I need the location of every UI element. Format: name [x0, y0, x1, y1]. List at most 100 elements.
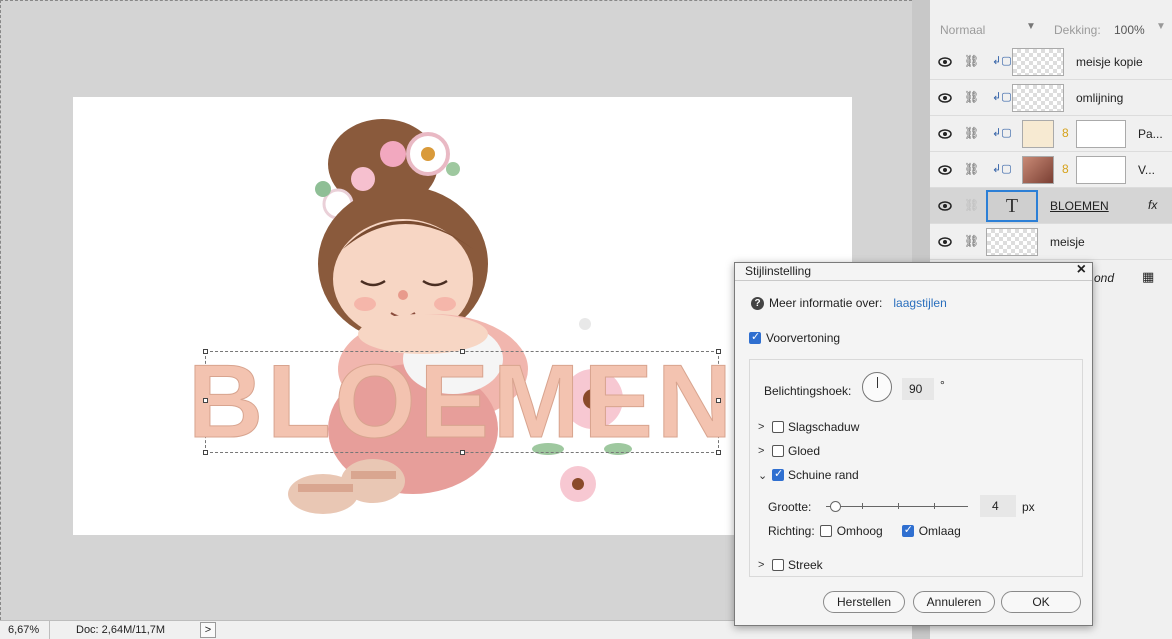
layer-name[interactable]: omlijning: [1076, 91, 1123, 105]
layer-name[interactable]: ond: [1094, 271, 1114, 285]
clip-icon: ↲▢: [992, 55, 1012, 67]
dir-down-label[interactable]: Omlaag: [919, 524, 961, 538]
girl-illustration: [288, 119, 632, 514]
mask-thumbnail: [1076, 120, 1126, 148]
doc-size: Doc: 2,64M/11,7M: [76, 624, 166, 636]
transform-handle[interactable]: [716, 398, 721, 403]
layer-name[interactable]: BLOEMEN: [1050, 199, 1109, 213]
checkbox-icon[interactable]: [772, 445, 784, 457]
text-layer-bounds[interactable]: BLOEMEN: [188, 349, 733, 455]
adjustment-thumbnail: [1022, 120, 1054, 148]
layer-name[interactable]: meisje kopie: [1076, 55, 1143, 69]
transform-handle[interactable]: [203, 349, 208, 354]
checkbox-icon[interactable]: [772, 421, 784, 433]
layer-row[interactable]: ⛓ ↲▢ meisje kopie: [930, 44, 1172, 80]
preview-checkbox[interactable]: Voorvertoning: [749, 330, 841, 345]
checkbox-icon[interactable]: [772, 467, 784, 481]
transform-handle[interactable]: [716, 349, 721, 354]
layer-thumbnail: [1012, 84, 1064, 112]
angle-unit: °: [940, 378, 945, 392]
eye-icon[interactable]: [938, 235, 952, 249]
link-icon[interactable]: ⛓: [964, 234, 979, 248]
section-label: Slagschaduw: [788, 420, 860, 434]
layer-row[interactable]: ⛓ ↲▢ 8 Pa...: [930, 116, 1172, 152]
dialog-title[interactable]: Stijlinstelling: [735, 263, 1092, 281]
reset-button[interactable]: Herstellen: [823, 591, 905, 613]
chevron-down-icon[interactable]: ▼: [1156, 21, 1166, 32]
opacity-label: Dekking:: [1054, 23, 1101, 37]
size-input[interactable]: 4: [980, 495, 1016, 517]
layer-row[interactable]: ⛓ meisje: [930, 224, 1172, 260]
size-slider[interactable]: [826, 506, 968, 507]
slider-tick: [862, 503, 863, 509]
zoom-level[interactable]: 6,67%: [0, 621, 50, 639]
chevron-down-icon[interactable]: ▼: [1026, 21, 1036, 32]
section-slagschaduw[interactable]: > Slagschaduw: [758, 420, 859, 434]
chevron-right-icon[interactable]: >: [758, 559, 768, 571]
info-link[interactable]: laagstijlen: [893, 296, 946, 310]
transform-handle[interactable]: [716, 450, 721, 455]
angle-input[interactable]: 90: [902, 378, 934, 400]
slider-tick: [934, 503, 935, 509]
size-label: Grootte:: [768, 500, 812, 514]
checkbox-icon[interactable]: [819, 525, 832, 537]
ok-button[interactable]: OK: [1001, 591, 1081, 613]
app-window: BLOEMEN 6,67% Doc: 2,64M/11,7M > Normaal…: [0, 0, 1172, 639]
layer-row[interactable]: ⛓ ↲▢ omlijning: [930, 80, 1172, 116]
size-unit: px: [1022, 500, 1035, 514]
preview-label: Voorvertoning: [766, 331, 841, 345]
checkbox-icon[interactable]: [772, 559, 784, 571]
mask-link-icon[interactable]: 8: [1062, 162, 1069, 176]
link-icon[interactable]: ⛓: [964, 126, 979, 140]
section-gloed[interactable]: > Gloed: [758, 444, 820, 458]
opacity-value[interactable]: 100%: [1114, 23, 1145, 37]
link-icon[interactable]: ⛓: [964, 198, 979, 212]
layer-thumbnail: [1012, 48, 1064, 76]
dir-up-label[interactable]: Omhoog: [837, 524, 883, 538]
clip-icon: ↲▢: [992, 127, 1012, 139]
cancel-button[interactable]: Annuleren: [913, 591, 995, 613]
style-dialog: Stijlinstelling × ? Meer informatie over…: [734, 261, 1093, 626]
chevron-down-icon[interactable]: ⌄: [758, 469, 768, 482]
transform-handle[interactable]: [203, 398, 208, 403]
status-menu-button[interactable]: >: [200, 622, 216, 638]
layer-row[interactable]: ⛓ ↲▢ 8 V...: [930, 152, 1172, 188]
fx-icon[interactable]: fx: [1148, 198, 1157, 212]
transform-handle[interactable]: [460, 349, 465, 354]
slider-tick: [898, 503, 899, 509]
direction-row: Richting: Omhoog Omlaag: [768, 523, 961, 538]
mask-link-icon[interactable]: 8: [1062, 126, 1069, 140]
info-row: ? Meer informatie over: laagstijlen: [751, 296, 947, 310]
transform-handle[interactable]: [460, 450, 465, 455]
link-icon[interactable]: ⛓: [964, 90, 979, 104]
slider-knob[interactable]: [830, 501, 841, 512]
lock-icon: ▦: [1142, 269, 1155, 284]
eye-icon[interactable]: [938, 55, 952, 69]
checkbox-icon[interactable]: [901, 523, 914, 537]
link-icon[interactable]: ⛓: [964, 162, 979, 176]
transform-handle[interactable]: [203, 450, 208, 455]
eye-icon[interactable]: [938, 127, 952, 141]
eye-icon[interactable]: [938, 199, 952, 213]
angle-dial[interactable]: [862, 372, 892, 402]
layer-name[interactable]: meisje: [1050, 235, 1085, 249]
section-schuine-rand[interactable]: ⌄ Schuine rand: [758, 467, 859, 482]
layer-name[interactable]: V...: [1138, 163, 1155, 177]
blend-mode-select[interactable]: Normaal: [940, 23, 985, 37]
settings-panel: Belichtingshoek: 90 ° > Slagschaduw > Gl…: [749, 359, 1083, 577]
section-streek[interactable]: > Streek: [758, 558, 823, 572]
text-layer-thumbnail: T: [986, 190, 1038, 222]
eye-icon[interactable]: [938, 163, 952, 177]
link-icon[interactable]: ⛓: [964, 54, 979, 68]
layer-thumbnail: [986, 228, 1038, 256]
layers-toolbar: Normaal ▼ Dekking: 100% ▼: [930, 16, 1172, 44]
section-label: Gloed: [788, 444, 821, 458]
chevron-right-icon[interactable]: >: [758, 421, 768, 433]
layer-row[interactable]: ⛓ T BLOEMEN fx: [930, 188, 1172, 224]
angle-label: Belichtingshoek:: [764, 384, 852, 398]
eye-icon[interactable]: [938, 91, 952, 105]
layer-name[interactable]: Pa...: [1138, 127, 1163, 141]
close-icon[interactable]: ×: [1077, 261, 1086, 279]
checkbox-icon[interactable]: [749, 330, 761, 344]
chevron-right-icon[interactable]: >: [758, 445, 768, 457]
